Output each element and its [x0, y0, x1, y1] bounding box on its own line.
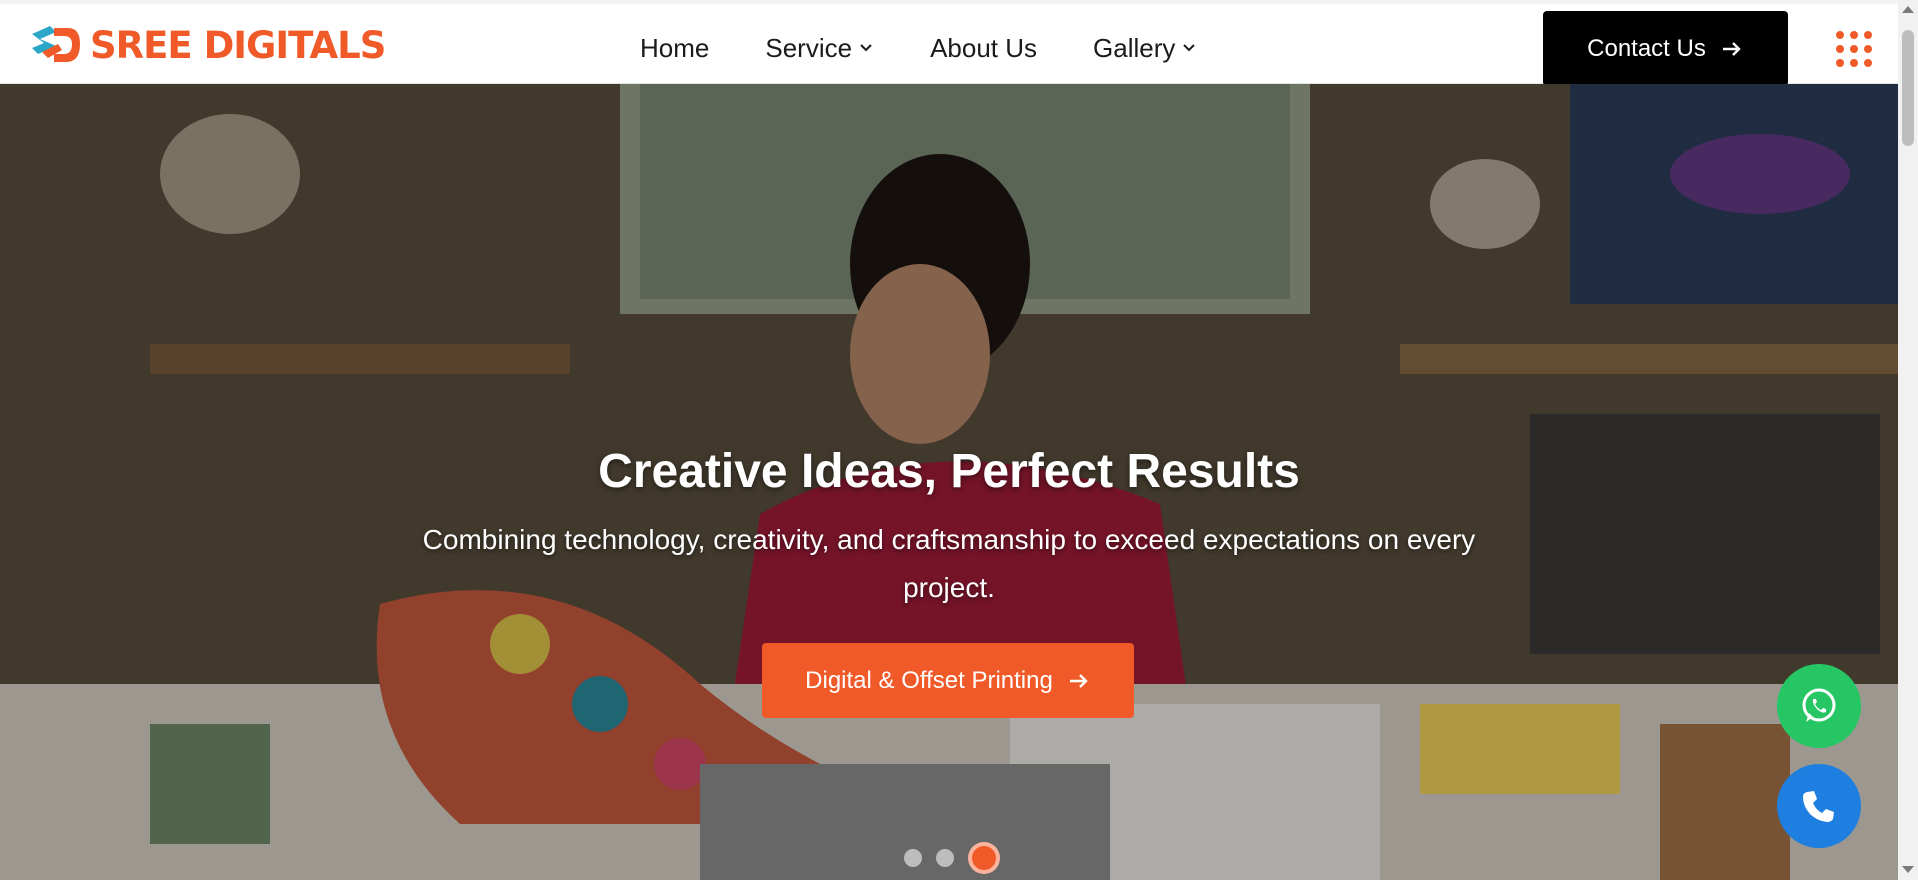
- carousel-dot-2[interactable]: [936, 849, 954, 867]
- scroll-down-arrow-icon[interactable]: [1902, 866, 1914, 873]
- grid-dots-icon[interactable]: [1836, 31, 1872, 67]
- scroll-thumb[interactable]: [1902, 30, 1914, 146]
- phone-icon: [1803, 791, 1834, 822]
- nav-item-label: About Us: [930, 32, 1038, 63]
- nav-item-service[interactable]: Service: [765, 33, 874, 64]
- site-header: SREE DIGITALS Home Service About Us Gall…: [0, 4, 1898, 86]
- main-nav: Home Service About Us Gallery: [640, 28, 1253, 68]
- nav-item-label: Gallery: [1093, 32, 1176, 63]
- page-scrollbar[interactable]: [1898, 0, 1918, 880]
- contact-us-label: Contact Us: [1587, 34, 1706, 62]
- carousel-dots: [904, 842, 1000, 874]
- arrow-right-icon: [1722, 41, 1741, 56]
- arrow-right-icon: [1069, 673, 1088, 688]
- nav-item-about-us[interactable]: About Us: [930, 33, 1037, 64]
- hero-cta-button[interactable]: Digital & Offset Printing: [762, 643, 1134, 718]
- brand-logo[interactable]: SREE DIGITALS: [28, 21, 386, 69]
- hero-cta-label: Digital & Offset Printing: [805, 666, 1053, 694]
- whatsapp-icon: [1802, 688, 1836, 722]
- chevron-down-icon: [860, 44, 872, 52]
- hero-subtitle: Combining technology, creativity, and cr…: [422, 524, 1476, 603]
- nav-item-home[interactable]: Home: [640, 33, 709, 64]
- nav-item-label: Home: [640, 32, 710, 63]
- chevron-down-icon: [1183, 44, 1196, 52]
- hero-banner: Creative Ideas, Perfect Results Combinin…: [0, 84, 1898, 880]
- contact-us-button[interactable]: Contact Us: [1543, 11, 1788, 86]
- nav-item-gallery[interactable]: Gallery: [1093, 33, 1197, 64]
- carousel-dot-1[interactable]: [904, 849, 922, 867]
- brand-name: SREE DIGITALS: [90, 23, 386, 67]
- phone-call-button[interactable]: [1777, 764, 1861, 848]
- logo-mark-icon: [32, 26, 80, 62]
- carousel-dot-3[interactable]: [968, 842, 1000, 874]
- scroll-up-arrow-icon[interactable]: [1902, 6, 1914, 13]
- nav-item-label: Service: [765, 32, 853, 63]
- whatsapp-button[interactable]: [1777, 664, 1861, 748]
- hero-title: Creative Ideas, Perfect Results: [598, 445, 1300, 498]
